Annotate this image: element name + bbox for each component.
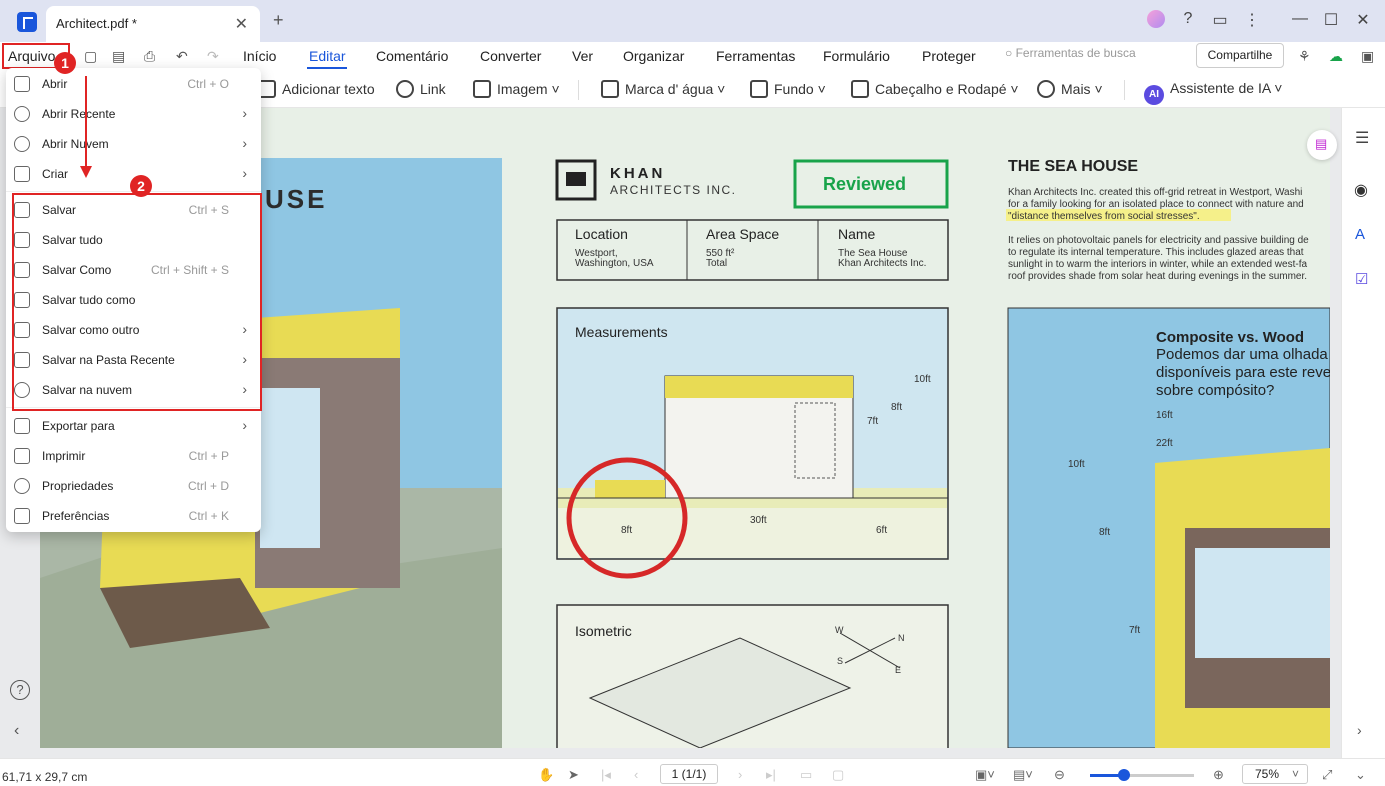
annotation-arrow xyxy=(80,76,92,178)
step-badge-1: 1 xyxy=(54,52,76,74)
step-badge-2: 2 xyxy=(130,175,152,197)
